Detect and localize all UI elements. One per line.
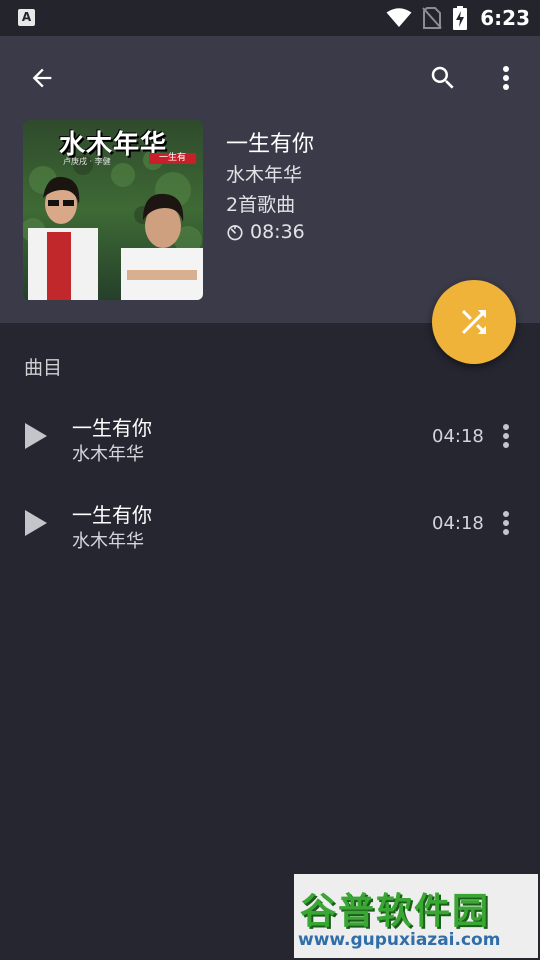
album-cover: 水木年华 卢庚戌 · 李健 一生有 你 <box>23 120 203 300</box>
more-vert-icon <box>503 424 509 448</box>
timer-icon <box>227 225 243 241</box>
more-vert-icon <box>503 66 509 90</box>
track-artist: 水木年华 <box>72 444 144 465</box>
play-icon[interactable] <box>24 422 48 450</box>
track-more-button[interactable] <box>494 507 518 539</box>
album-artist[interactable]: 水木年华 <box>226 160 302 187</box>
watermark-url: www.gupuxiazai.com <box>298 930 501 950</box>
play-icon[interactable] <box>24 509 48 537</box>
back-button[interactable] <box>22 58 62 98</box>
track-more-button[interactable] <box>494 420 518 452</box>
wifi-icon <box>386 8 412 27</box>
no-sim-icon <box>422 7 442 29</box>
track-duration: 04:18 <box>432 513 484 534</box>
app-notification-icon: A <box>18 9 35 26</box>
back-arrow-icon <box>32 68 52 88</box>
album-duration: 08:36 <box>226 220 305 244</box>
status-bar: A 6:23 <box>0 0 540 36</box>
track-title: 一生有你 <box>72 416 152 440</box>
cover-tag-secondary: 你 <box>189 155 197 164</box>
track-artist: 水木年华 <box>72 531 144 552</box>
search-button[interactable] <box>423 58 463 98</box>
album-header: 水木年华 卢庚戌 · 李健 一生有 你 一生有你 水木年华 2首歌曲 08:36 <box>0 36 540 323</box>
album-song-count: 2首歌曲 <box>226 194 296 216</box>
shuffle-button[interactable] <box>432 280 516 364</box>
track-row[interactable]: 一生有你 水木年华 04:18 <box>0 398 540 478</box>
shuffle-icon <box>462 310 486 334</box>
battery-charging-icon <box>453 6 468 30</box>
watermark-logo-text: 谷普软件园 <box>300 891 491 932</box>
album-duration-text: 08:36 <box>250 221 305 243</box>
more-vert-icon <box>503 511 509 535</box>
status-icons: 6:23 <box>386 6 530 30</box>
more-options-button[interactable] <box>488 58 524 98</box>
track-title: 一生有你 <box>72 503 152 527</box>
status-time: 6:23 <box>480 6 530 30</box>
watermark: 谷普软件园 www.gupuxiazai.com <box>294 874 538 958</box>
search-icon <box>431 66 454 89</box>
album-title: 一生有你 <box>226 132 315 157</box>
track-row[interactable]: 一生有你 水木年华 04:18 <box>0 485 540 565</box>
cover-small-text: 卢庚戌 · 李健 <box>63 157 111 166</box>
tracks-section-label: 曲目 <box>24 357 63 379</box>
track-duration: 04:18 <box>432 426 484 447</box>
